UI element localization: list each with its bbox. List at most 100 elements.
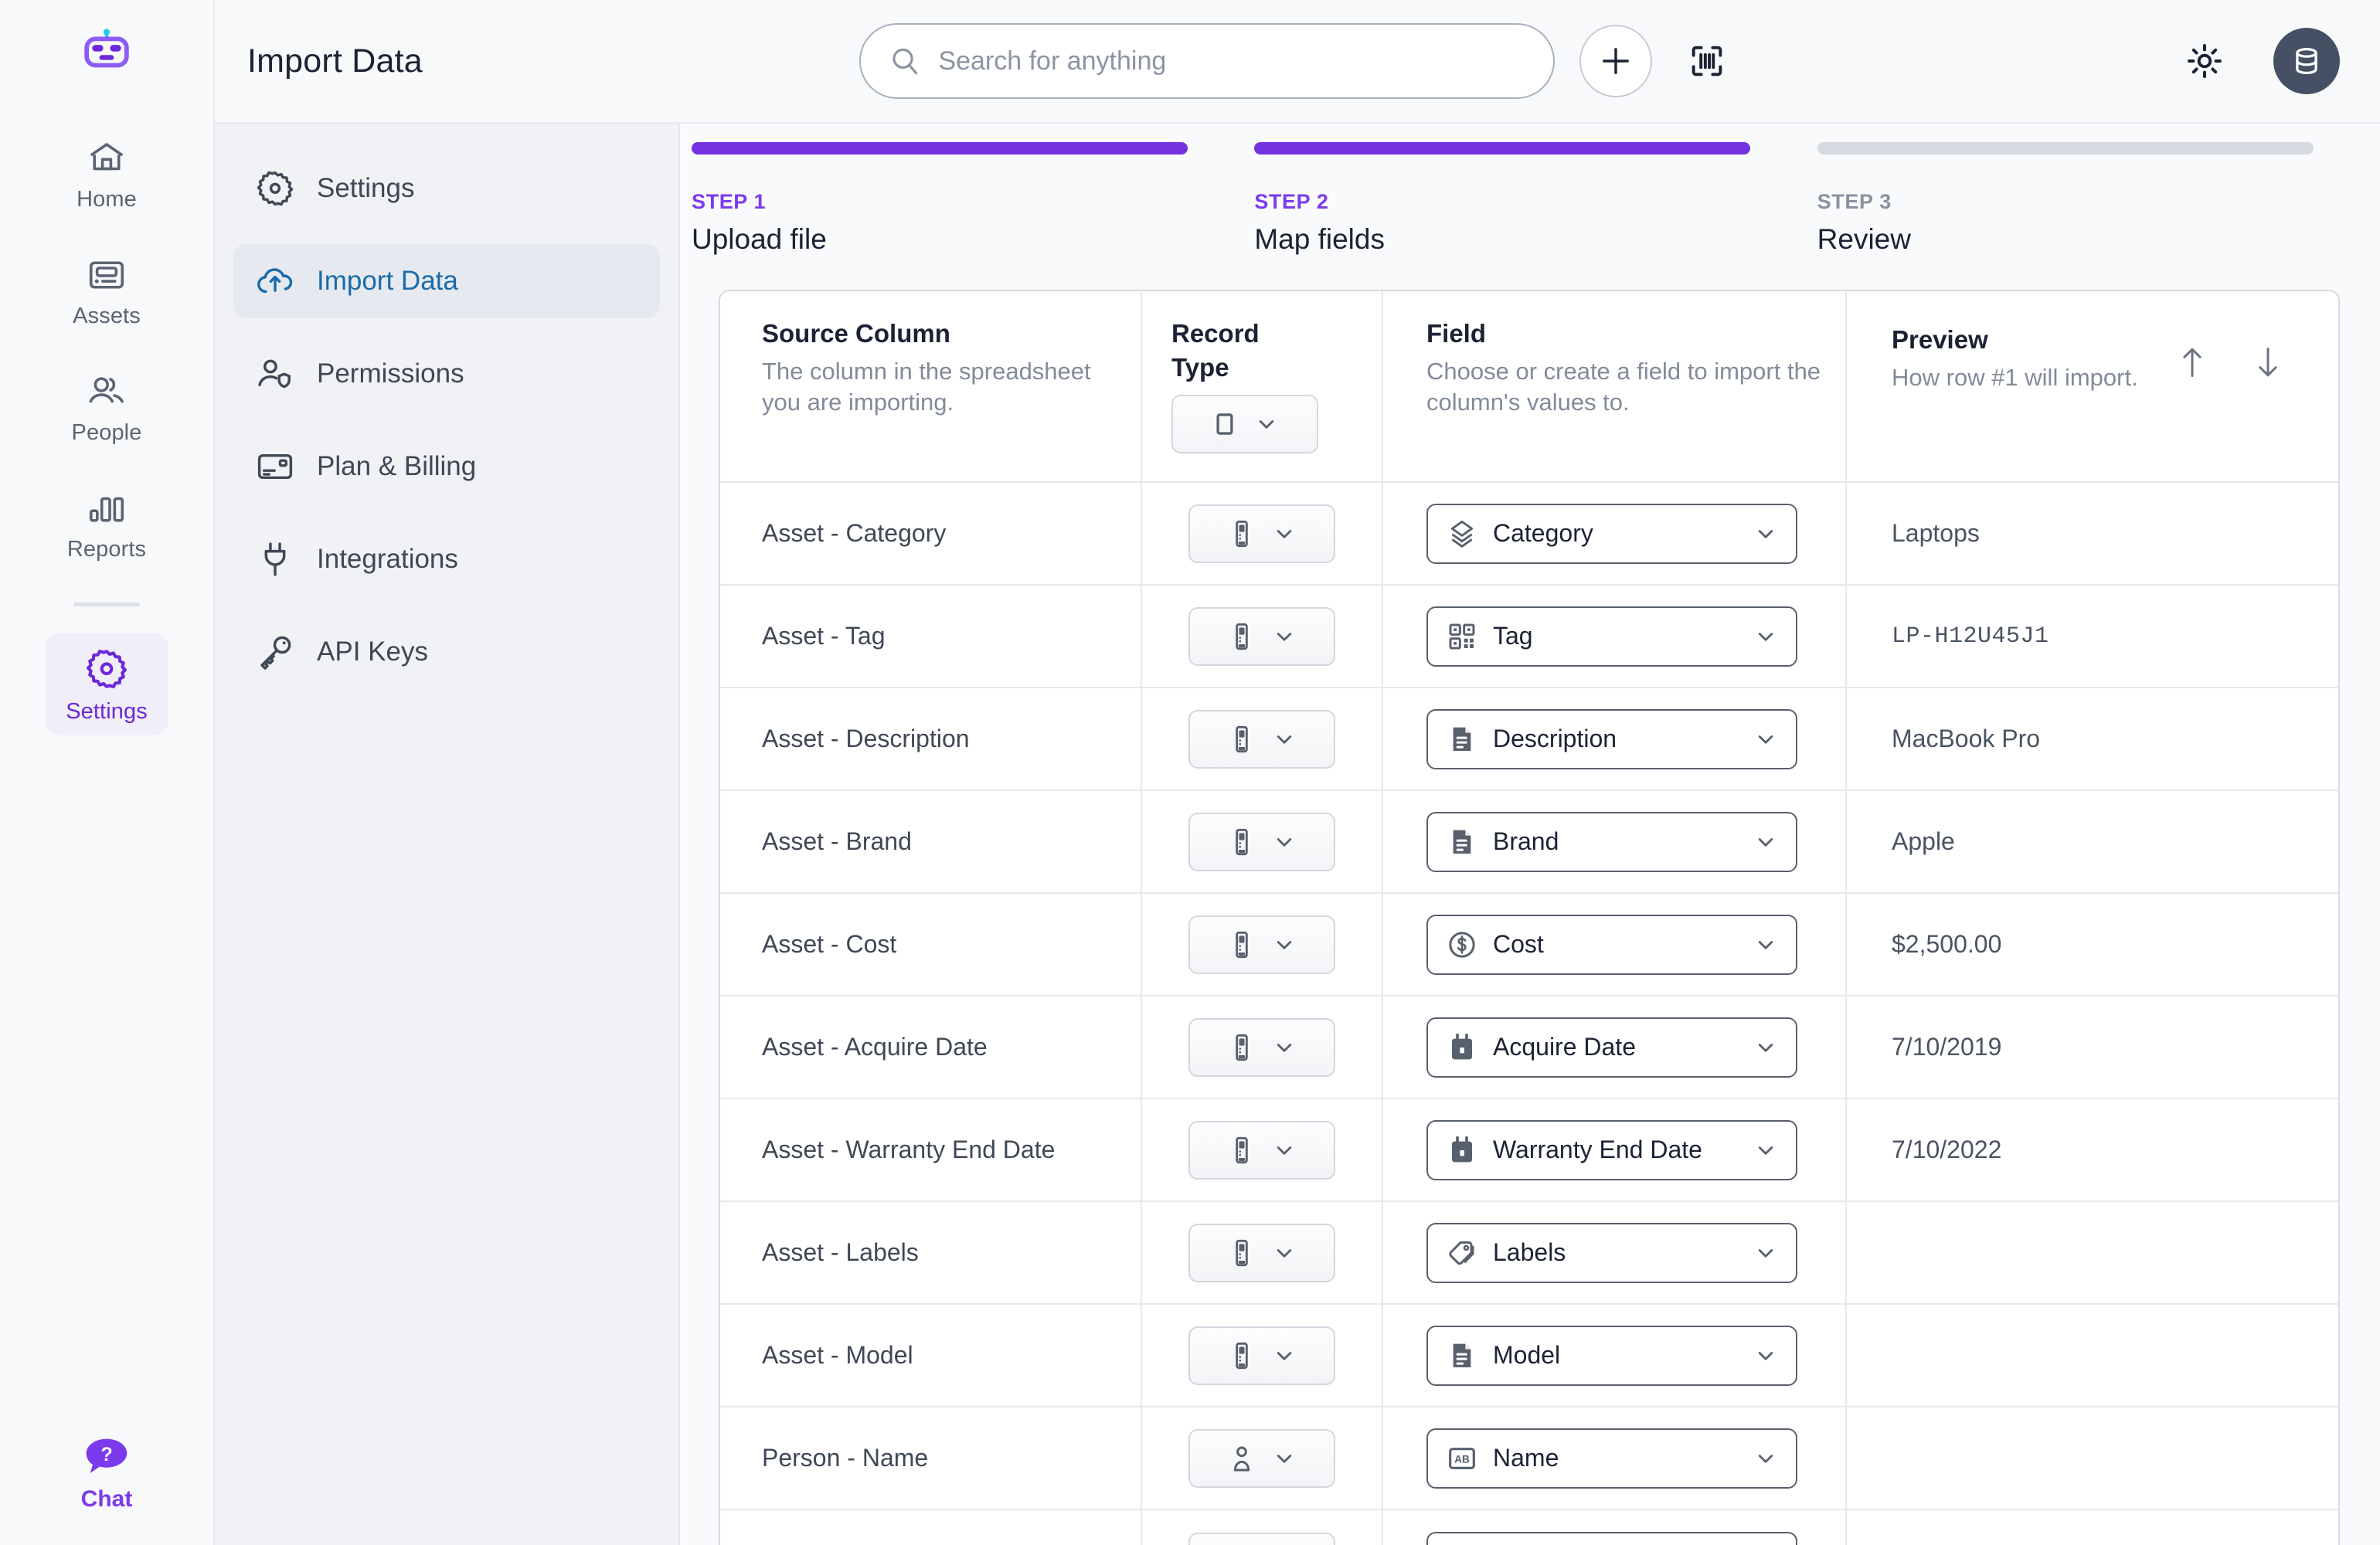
record-type-dropdown[interactable] <box>1188 1120 1335 1180</box>
avatar[interactable] <box>2273 28 2340 94</box>
chevron-down-icon <box>1753 1445 1779 1472</box>
field-dropdown[interactable]: Warranty End Date <box>1426 1119 1797 1180</box>
search-input[interactable]: Search for anything <box>859 23 1556 99</box>
chevron-down-icon <box>1271 1445 1297 1472</box>
field-dropdown[interactable]: Category <box>1426 503 1797 564</box>
chevron-down-icon <box>1753 1343 1779 1369</box>
sidebar-item-home[interactable]: Home <box>45 124 168 223</box>
asset-icon <box>1226 1032 1257 1063</box>
people-icon <box>86 371 128 413</box>
record-type-dropdown[interactable] <box>1188 812 1335 871</box>
record-type-dropdown[interactable] <box>1188 709 1335 769</box>
record-type-dropdown[interactable] <box>1188 504 1335 563</box>
field-dropdown[interactable]: Name <box>1426 1428 1797 1489</box>
preview-next-row-button[interactable] <box>2250 342 2286 382</box>
source-column-name: Asset - Brand <box>762 827 912 855</box>
svg-text:?: ? <box>100 1444 112 1465</box>
sidebar-item-plan-billing[interactable]: Plan & Billing <box>233 430 660 504</box>
page-title: Import Data <box>247 42 423 80</box>
sidebar-item-integrations[interactable]: Integrations <box>233 522 660 596</box>
column-description: How row #1 will import. <box>1892 364 2138 391</box>
home-icon <box>86 138 128 179</box>
preview-prev-row-button[interactable] <box>2174 342 2210 382</box>
preview-value: $2,500.00 <box>1892 930 2002 958</box>
barcode-scan-button[interactable] <box>1677 31 1737 91</box>
sidebar-item-import-data[interactable]: Import Data <box>233 244 660 318</box>
record-type-dropdown[interactable] <box>1188 1017 1335 1077</box>
preview-value: 7/10/2019 <box>1892 1033 2002 1061</box>
record-type-dropdown[interactable] <box>1188 1428 1335 1488</box>
search-placeholder: Search for anything <box>938 46 1167 76</box>
sidebar-item-assets[interactable]: Assets <box>45 240 168 340</box>
theme-toggle-button[interactable] <box>2174 31 2235 91</box>
assets-icon <box>86 254 128 296</box>
source-column-name: Person - Name <box>762 1444 929 1472</box>
person-icon <box>1226 1443 1257 1474</box>
field-name: Acquire Date <box>1493 1033 1636 1061</box>
field-dropdown[interactable] <box>1426 1531 1797 1545</box>
field-dropdown[interactable]: Description <box>1426 708 1797 769</box>
robot-logo-icon[interactable] <box>77 23 136 82</box>
sidebar-item-api-keys[interactable]: API Keys <box>233 615 660 689</box>
sun-icon <box>2185 42 2224 80</box>
source-column-name: Asset - Category <box>762 519 947 547</box>
field-dropdown[interactable]: Tag <box>1426 606 1797 667</box>
asset-icon <box>1226 1238 1257 1268</box>
record-type-dropdown[interactable] <box>1188 1326 1335 1385</box>
sidebar-item-label: Assets <box>73 304 141 328</box>
chat-button[interactable]: ? Chat <box>81 1436 132 1513</box>
record-type-dropdown[interactable] <box>1188 606 1335 666</box>
chat-help-icon: ? <box>84 1436 129 1476</box>
source-column-cell: Person - Name <box>720 1407 1142 1509</box>
add-button[interactable] <box>1579 25 1653 97</box>
field-dropdown[interactable]: Labels <box>1426 1222 1797 1283</box>
column-header-preview: Preview How row #1 will import. <box>1847 291 2338 481</box>
field-dropdown[interactable]: Cost <box>1426 914 1797 975</box>
rectangle-icon <box>1210 409 1239 439</box>
sidebar-item-permissions[interactable]: Permissions <box>233 337 660 411</box>
preview-value: 7/10/2022 <box>1892 1136 2002 1163</box>
field-dropdown[interactable]: Brand <box>1426 811 1797 872</box>
record-type-dropdown[interactable] <box>1188 1532 1335 1545</box>
preview-cell: Laptops <box>1847 482 2338 585</box>
credit-card-icon <box>255 447 295 487</box>
search-icon <box>889 45 921 77</box>
arrow-down-icon <box>2252 345 2284 380</box>
text-lines-icon <box>1447 1340 1477 1371</box>
barcode-scan-icon <box>1687 41 1727 81</box>
step-progress-bar <box>692 142 1188 154</box>
sidebar-item-settings[interactable]: Settings <box>233 151 660 226</box>
record-type-dropdown[interactable] <box>1188 1223 1335 1282</box>
reports-icon <box>86 487 128 529</box>
source-column-name: Asset - Cost <box>762 930 897 958</box>
chevron-down-icon <box>1271 726 1297 752</box>
step-1[interactable]: STEP 1 Upload file <box>692 142 1254 256</box>
asset-icon <box>1226 621 1257 652</box>
field-dropdown[interactable]: Acquire Date <box>1426 1017 1797 1078</box>
step-2[interactable]: STEP 2 Map fields <box>1254 142 1817 256</box>
record-type-filter-dropdown[interactable] <box>1171 395 1318 453</box>
sidebar-item-settings[interactable]: Settings <box>45 633 168 735</box>
field-cell: Tag <box>1383 585 1847 688</box>
step-kicker: STEP 1 <box>692 190 767 213</box>
sidebar-item-reports[interactable]: Reports <box>45 474 168 573</box>
source-column-cell: Asset - Brand <box>720 790 1142 893</box>
column-title: Source Column <box>762 319 950 348</box>
sidebar-item-label: Settings <box>66 699 148 724</box>
field-name: Tag <box>1493 622 1533 650</box>
asset-icon <box>1226 1135 1257 1166</box>
database-icon <box>2290 44 2324 78</box>
sidebar-item-people[interactable]: People <box>45 357 168 457</box>
arrow-up-icon <box>2176 345 2208 380</box>
table-body: Asset - Category Category Laptops Asset … <box>720 482 2338 1545</box>
chevron-down-icon <box>1271 1034 1297 1061</box>
source-column-name: Asset - Acquire Date <box>762 1033 988 1061</box>
field-mapping-table: Source Column The column in the spreadsh… <box>719 290 2340 1545</box>
source-column-cell: Asset - Cost <box>720 893 1142 996</box>
record-type-dropdown[interactable] <box>1188 915 1335 974</box>
field-dropdown[interactable]: Model <box>1426 1325 1797 1386</box>
step-3[interactable]: STEP 3 Review <box>1817 142 2380 256</box>
preview-cell: 7/10/2019 <box>1847 996 2338 1098</box>
right-region: Import Data Search for anything Settings… <box>215 0 2380 1545</box>
chevron-down-icon <box>1271 1240 1297 1266</box>
